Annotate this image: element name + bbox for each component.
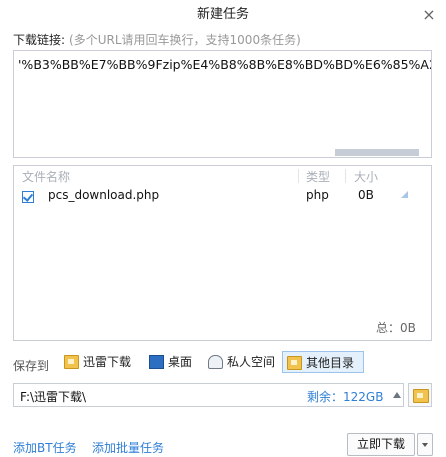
location-private-space[interactable]: 私人空间 — [204, 351, 279, 373]
location-label: 桌面 — [168, 355, 193, 369]
url-label: 下载链接: (多个URL请用回车换行，支持1000条任务) — [13, 31, 301, 48]
location-other-directory[interactable]: 其他目录 — [282, 351, 364, 373]
location-label: 私人空间 — [227, 355, 276, 369]
url-hint: (多个URL请用回车换行，支持1000条任务) — [69, 33, 301, 47]
column-divider[interactable] — [345, 169, 346, 183]
save-path-value: F:\迅雷下载\ — [20, 390, 87, 404]
download-now-button[interactable]: 立即下载 — [347, 433, 415, 456]
save-path-dropdown[interactable]: F:\迅雷下载\ 剩余：122GB — [13, 383, 404, 407]
total-size: 总：0B — [376, 321, 416, 335]
location-desktop[interactable]: 桌面 — [145, 351, 196, 373]
url-input-value: '%B3%BB%E7%BB%9Fzip%E4%B8%8B%E8%BD%BD%E6… — [18, 57, 432, 72]
window-title: 新建任务 — [196, 7, 249, 22]
location-label: 其他目录 — [306, 356, 355, 370]
file-type: php — [306, 188, 329, 202]
cloud-drive-icon — [208, 355, 223, 369]
add-bt-task-link[interactable]: 添加BT任务 — [13, 439, 77, 456]
column-header-size[interactable]: 大小 — [354, 168, 378, 185]
file-checkbox[interactable] — [22, 191, 34, 203]
url-horizontal-scrollbar[interactable] — [335, 149, 419, 156]
desktop-icon — [149, 355, 164, 369]
dropdown-arrow-icon[interactable] — [393, 392, 401, 398]
download-options-dropdown[interactable] — [417, 433, 433, 456]
folder-icon — [64, 355, 79, 369]
file-size: 0B — [358, 188, 374, 202]
column-header-name[interactable]: 文件名称 — [22, 168, 70, 185]
location-xunlei-download[interactable]: 迅雷下载 — [60, 351, 135, 373]
add-batch-task-link[interactable]: 添加批量任务 — [92, 439, 164, 456]
column-divider[interactable] — [298, 169, 299, 183]
column-header-type[interactable]: 类型 — [306, 168, 330, 185]
url-input[interactable]: '%B3%BB%E7%BB%9Fzip%E4%B8%8B%E8%BD%BD%E6… — [13, 50, 432, 158]
folder-icon — [413, 389, 429, 403]
location-label: 迅雷下载 — [83, 355, 132, 369]
free-space: 剩余：122GB — [307, 390, 384, 404]
close-icon[interactable]: × — [418, 4, 440, 26]
file-list: 文件名称 类型 大小 pcs_download.php php 0B 总：0B — [13, 165, 432, 341]
url-label-text: 下载链接: — [13, 33, 66, 47]
browse-folder-button[interactable] — [408, 383, 432, 407]
folder-icon — [287, 356, 302, 370]
resize-grip-icon — [401, 191, 408, 198]
file-name: pcs_download.php — [48, 188, 160, 202]
save-to-label: 保存到 — [13, 359, 50, 373]
